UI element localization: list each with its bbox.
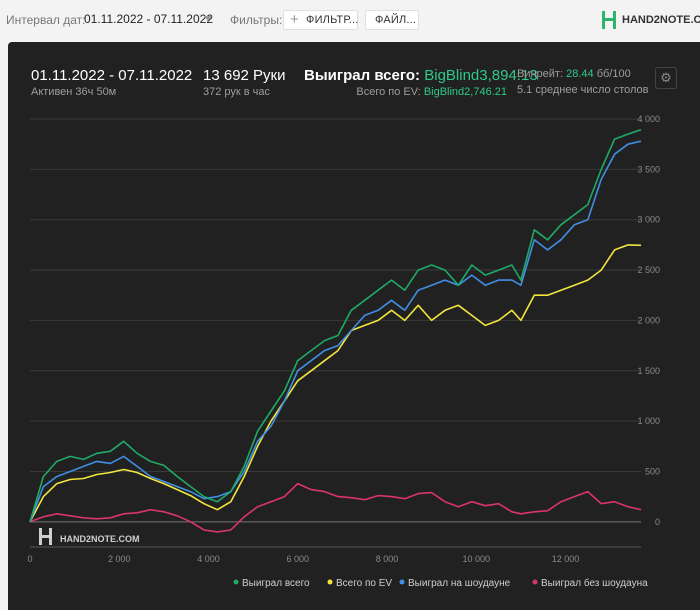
filters-label: Фильтры: [230,13,283,27]
watermark-text: HAND2NOTE.COM [60,534,140,544]
legend-label: Выиграл всего [242,578,310,589]
y-tick-label: 2 000 [637,315,660,325]
interval-label: Интервал дат: [6,13,86,27]
y-tick-label: 3 500 [637,164,660,174]
legend-dot [327,579,333,585]
legend-label: Всего по EV [336,578,392,589]
series-line [29,244,642,523]
watermark: HAND2NOTE.COM [39,528,140,545]
legend-label: Выиграл на шоудауне [408,578,511,589]
brand-logo[interactable]: HAND2NOTE.COM [602,11,700,29]
y-tick-label: 4 000 [637,114,660,124]
legend-dot [233,579,239,585]
watermark-logo-bar [42,535,49,538]
plus-icon: + [290,11,299,28]
series-line [29,482,642,533]
y-tick-label: 1 500 [637,366,660,376]
x-tick-label: 2 000 [108,554,131,564]
chevron-down-icon[interactable] [204,16,212,21]
watermark-logo-bar [49,528,52,545]
x-tick-label: 10 000 [462,554,490,564]
y-tick-label: 1 000 [637,416,660,426]
x-tick-label: 12 000 [552,554,580,564]
y-tick-label: 0 [655,517,660,527]
x-tick-label: 4 000 [197,554,220,564]
watermark-logo-icon [39,528,52,545]
interval-select[interactable]: 01.11.2022 - 07.11.2022 [84,12,213,26]
legend-dot [532,579,538,585]
x-tick-label: 8 000 [376,554,399,564]
bankroll-chart: 0 500 1 000 1 500 2 000 2 500 3 000 3 500 4 000 0… [27,114,660,589]
filter-button-label: ФИЛЬТР... [306,14,359,26]
y-tick-label: 2 500 [637,265,660,275]
filter-button[interactable]: + ФИЛЬТР... [283,10,358,30]
legend-dot [399,579,405,585]
watermark-logo-bar [39,528,42,545]
series-line [29,140,642,523]
files-button[interactable]: ФАЙЛ... [365,10,419,30]
series-line [29,128,642,523]
x-tick-label: 0 [27,554,32,564]
y-tick-label: 500 [645,466,660,476]
brand-text: HAND2NOTE.COM [622,14,700,26]
graph-panel: 01.11.2022 - 07.11.2022 Активен 36ч 50м … [8,42,700,610]
hand2note-logo-icon [602,11,616,29]
files-button-label: ФАЙЛ... [375,14,417,26]
x-tick-label: 6 000 [286,554,309,564]
legend-label: Выиграл без шоудауна [541,577,648,589]
top-toolbar: Интервал дат: 01.11.2022 - 07.11.2022 Фи… [0,0,700,40]
y-tick-label: 3 000 [637,215,660,225]
